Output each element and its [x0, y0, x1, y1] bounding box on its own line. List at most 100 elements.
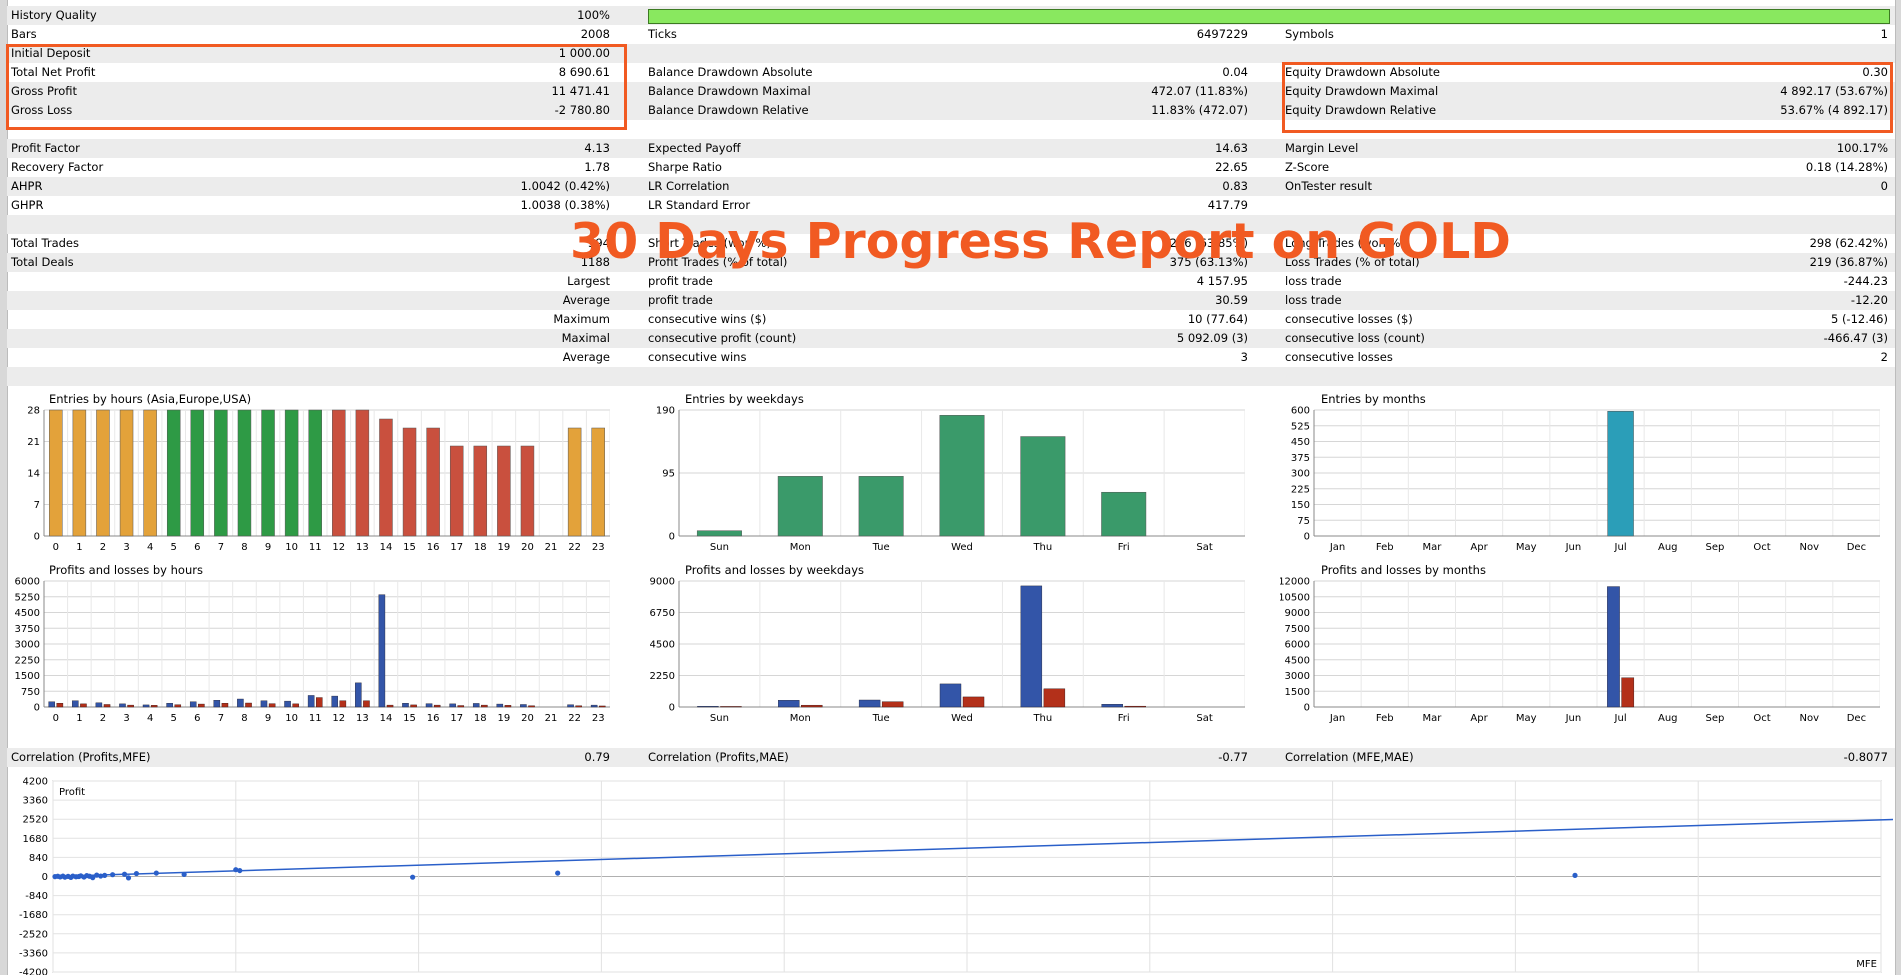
bar: [190, 409, 205, 537]
profit-bar: [449, 703, 456, 708]
balance-dd-rel-value: 11.83% (472.07): [1151, 103, 1248, 117]
balance-dd-abs-value: 0.04: [1222, 65, 1248, 79]
average-profit-value: 30.59: [1215, 293, 1248, 307]
loss-bar: [1621, 677, 1635, 708]
right-scrollbar[interactable]: [1895, 0, 1901, 975]
symbols-value: 1: [1880, 27, 1888, 41]
scatter-point: [110, 872, 116, 878]
bars-value: 2008: [580, 27, 610, 41]
row-band: [7, 748, 1895, 767]
y-tick-label: 375: [1291, 453, 1310, 464]
ahpr-value: 1.0042 (0.42%): [520, 179, 610, 193]
y-tick-label: 450: [1291, 437, 1310, 448]
y-tick-label: -840: [25, 891, 48, 902]
x-tick-label: 3: [123, 713, 129, 724]
scatter-point: [102, 872, 108, 878]
x-tick-label: 4: [147, 542, 153, 553]
overlay-title: 30 Days Progress Report on GOLD: [570, 213, 1511, 270]
x-tick-label: Jan: [1329, 713, 1345, 724]
profit-bar: [496, 703, 504, 708]
entries-by-weekdays-chart: 0 95 190 Sun Mon Tue Wed Thu Fri Sat: [656, 406, 1245, 553]
x-tick-label: 2: [100, 542, 106, 553]
corr-profits-mfe-value: 0.79: [584, 750, 610, 764]
total-deals-label: Total Deals: [11, 255, 74, 269]
x-tick-label: 11: [309, 713, 322, 724]
y-tick-label: 12000: [1280, 577, 1310, 588]
history-quality-label: History Quality: [11, 8, 97, 22]
x-tick-label: 0: [53, 542, 59, 553]
long-trades-value: 298 (62.42%): [1809, 236, 1888, 250]
y-tick-label: 4500: [1285, 655, 1310, 666]
y-tick-label: 6000: [1285, 640, 1310, 651]
loss-bar: [433, 704, 441, 708]
loss-bar: [962, 696, 985, 708]
loss-bar: [457, 705, 465, 708]
y-tick-label: 3000: [1285, 671, 1310, 682]
x-tick-label: 14: [380, 542, 393, 553]
row-band: [7, 367, 1895, 386]
x-tick-label: Dec: [1847, 542, 1866, 553]
scatter-point: [410, 874, 416, 880]
scatter-point: [133, 870, 140, 877]
largest-loss-label: loss trade: [1285, 274, 1342, 288]
bar: [449, 445, 464, 537]
bar: [1607, 411, 1634, 537]
avg-consec-losses-value: 2: [1880, 350, 1888, 364]
x-tick-label: Jan: [1329, 542, 1345, 553]
bar: [402, 427, 417, 537]
average-loss-label: loss trade: [1285, 293, 1342, 307]
maximal-loss-label: consecutive loss (count): [1285, 331, 1425, 345]
x-tick-label: Sep: [1705, 713, 1724, 724]
max-consec-wins-label: consecutive wins ($): [648, 312, 767, 326]
bar: [143, 409, 157, 537]
profit-bar: [402, 703, 409, 708]
avg-consec-losses-label: consecutive losses: [1285, 350, 1393, 364]
profit-bar: [1607, 586, 1620, 708]
x-tick-label: 16: [427, 542, 440, 553]
scatter-point: [153, 870, 159, 876]
maximum-label: Maximum: [553, 312, 610, 326]
x-tick-label: Aug: [1658, 542, 1678, 553]
y-tick-label: 0: [42, 872, 48, 883]
bar: [332, 409, 346, 537]
loss-bar: [363, 700, 370, 708]
x-tick-label: 21: [545, 542, 558, 553]
y-tick-label: 9000: [650, 577, 675, 588]
y-tick-label: 0: [34, 532, 40, 543]
max-consec-losses-label: consecutive losses ($): [1285, 312, 1413, 326]
loss-bar: [386, 704, 394, 708]
maximal-profit-label: consecutive profit (count): [648, 331, 797, 345]
y-tick-label: 4200: [23, 777, 48, 788]
y-tick-label: -1680: [19, 910, 48, 921]
avg-consec-wins-value: 3: [1240, 350, 1248, 364]
profit-bar: [378, 594, 386, 708]
recovery-factor-value: 1.78: [584, 160, 610, 174]
x-tick-label: Jul: [1614, 542, 1627, 553]
x-tick-label: 18: [474, 542, 487, 553]
margin-level-label: Margin Level: [1285, 141, 1359, 155]
bar: [497, 445, 511, 537]
sharpe-ratio-label: Sharpe Ratio: [648, 160, 722, 174]
x-tick-label: Apr: [1470, 713, 1488, 724]
y-tick-label: 1500: [1285, 687, 1310, 698]
y-tick-label: 4500: [650, 640, 675, 651]
symbols-label: Symbols: [1285, 27, 1334, 41]
y-tick-label: 5250: [15, 592, 40, 603]
loss-bar: [174, 704, 182, 708]
maximal-label: Maximal: [561, 331, 610, 345]
average-label: Average: [562, 293, 610, 307]
profit-bar: [425, 703, 433, 708]
x-tick-label: 5: [171, 542, 177, 553]
x-tick-label: Nov: [1799, 713, 1819, 724]
profit-bar: [142, 704, 150, 708]
corr-profits-mae-label: Correlation (Profits,MAE): [648, 750, 789, 764]
x-tick-label: 19: [498, 542, 511, 553]
bar: [567, 427, 582, 537]
bar: [284, 409, 299, 537]
scatter-point: [555, 870, 561, 876]
bar: [308, 409, 322, 537]
x-tick-label: Mar: [1422, 713, 1442, 724]
x-tick-label: 17: [450, 713, 463, 724]
row-band: [7, 139, 1895, 158]
loss-bar: [481, 704, 488, 708]
